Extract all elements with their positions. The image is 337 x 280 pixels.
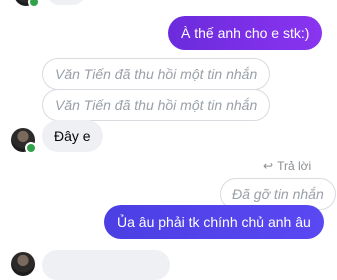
online-status-dot: [28, 0, 40, 8]
removed-message-text: Đã gỡ tin nhắn: [232, 186, 324, 202]
online-status-dot: [25, 142, 37, 154]
contact-avatar-top[interactable]: [14, 0, 40, 8]
recalled-message-text: Văn Tiến đã thu hồi một tin nhắn: [55, 66, 258, 82]
recalled-message-text: Văn Tiến đã thu hồi một tin nhắn: [55, 97, 258, 113]
message-bubble-cropped-bottom[interactable]: [42, 250, 170, 280]
message-bubble-outgoing[interactable]: À thế anh cho e stk:): [168, 16, 323, 50]
message-bubble-incoming[interactable]: Đây e: [42, 120, 103, 152]
reply-label: Trả lời: [277, 159, 312, 173]
recalled-message-bubble[interactable]: Văn Tiến đã thu hồi một tin nhắn: [42, 89, 271, 121]
reply-indicator: ↩ Trả lời: [263, 159, 311, 173]
recalled-message-bubble[interactable]: Văn Tiến đã thu hồi một tin nhắn: [42, 58, 271, 90]
message-text: Ủa âu phải tk chính chủ anh âu: [117, 214, 311, 230]
message-text: À thế anh cho e stk:): [181, 25, 310, 41]
contact-avatar-bottom[interactable]: [11, 252, 35, 276]
contact-avatar[interactable]: [11, 128, 37, 154]
message-bubble-outgoing[interactable]: Ủa âu phải tk chính chủ anh âu: [104, 205, 324, 239]
message-text: Đây e: [54, 128, 91, 144]
reply-arrow-icon: ↩: [263, 159, 274, 173]
message-bubble-cropped-top[interactable]: [46, 0, 86, 5]
